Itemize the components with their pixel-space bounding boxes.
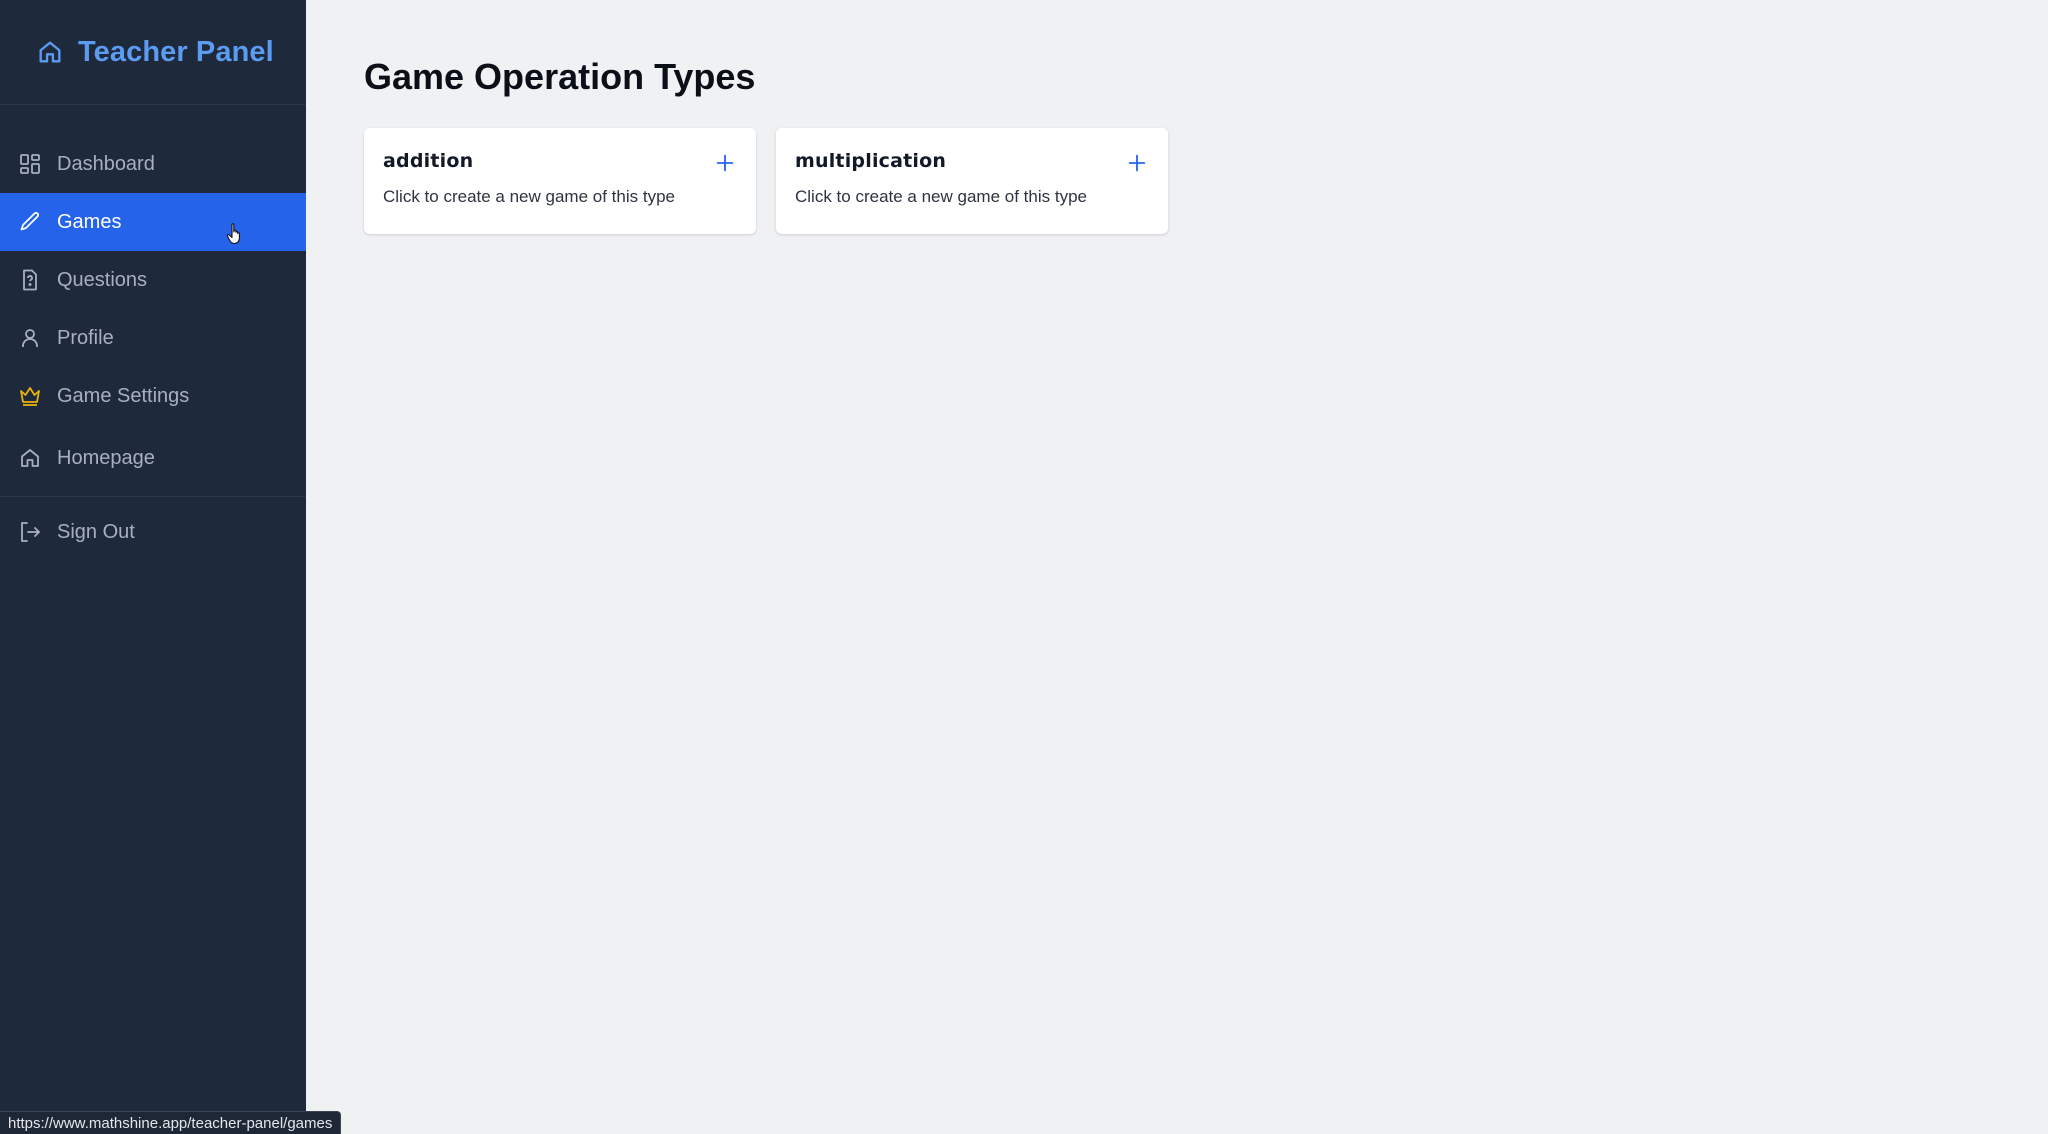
sidebar-item-homepage[interactable]: Homepage	[0, 429, 306, 487]
crown-icon	[18, 384, 42, 408]
hand-pointer-icon	[226, 223, 240, 245]
sidebar-item-profile[interactable]: Profile	[0, 309, 306, 367]
app-root: Teacher Panel Dashboard Games Questions …	[0, 0, 2048, 1134]
card-title: multiplication	[795, 150, 947, 172]
sidebar-item-label: Questions	[57, 268, 148, 291]
sidebar-nav: Dashboard Games Questions Profile Game S…	[0, 105, 306, 561]
sidebar-item-questions[interactable]: Questions	[0, 251, 306, 309]
operation-type-cards: addition Click to create a new game of t…	[364, 128, 1168, 234]
home-icon	[36, 38, 64, 66]
card-addition[interactable]: addition Click to create a new game of t…	[364, 128, 756, 234]
sidebar-item-label: Game Settings	[57, 384, 190, 407]
sidebar-brand[interactable]: Teacher Panel	[0, 0, 306, 105]
card-title: addition	[383, 150, 474, 172]
plus-icon[interactable]	[714, 152, 736, 174]
sidebar-item-label: Profile	[57, 326, 114, 349]
page-title: Game Operation Types	[364, 56, 756, 97]
sidebar-item-label: Sign Out	[57, 520, 135, 543]
plus-icon[interactable]	[1126, 152, 1148, 174]
home-icon	[18, 446, 42, 470]
card-description: Click to create a new game of this type	[383, 187, 675, 206]
dashboard-icon	[18, 152, 42, 176]
user-icon	[18, 326, 42, 350]
card-multiplication[interactable]: multiplication Click to create a new gam…	[776, 128, 1168, 234]
pencil-icon	[18, 210, 42, 234]
sidebar-item-label: Dashboard	[57, 152, 155, 175]
brand-title: Teacher Panel	[78, 35, 274, 68]
main-content: Game Operation Types addition Click to c…	[306, 0, 2048, 1134]
question-file-icon	[18, 268, 42, 292]
nav-divider	[0, 496, 306, 497]
sidebar-item-label: Homepage	[57, 446, 155, 469]
sidebar-item-dashboard[interactable]: Dashboard	[0, 135, 306, 193]
sidebar: Teacher Panel Dashboard Games Questions …	[0, 0, 306, 1134]
sign-out-icon	[18, 520, 42, 544]
sidebar-item-label: Games	[57, 210, 122, 233]
sidebar-item-games[interactable]: Games	[0, 193, 306, 251]
status-bar-url: https://www.mathshine.app/teacher-panel/…	[0, 1111, 342, 1134]
sidebar-item-sign-out[interactable]: Sign Out	[0, 503, 306, 561]
sidebar-item-game-settings[interactable]: Game Settings	[0, 367, 306, 425]
card-description: Click to create a new game of this type	[795, 187, 1087, 206]
